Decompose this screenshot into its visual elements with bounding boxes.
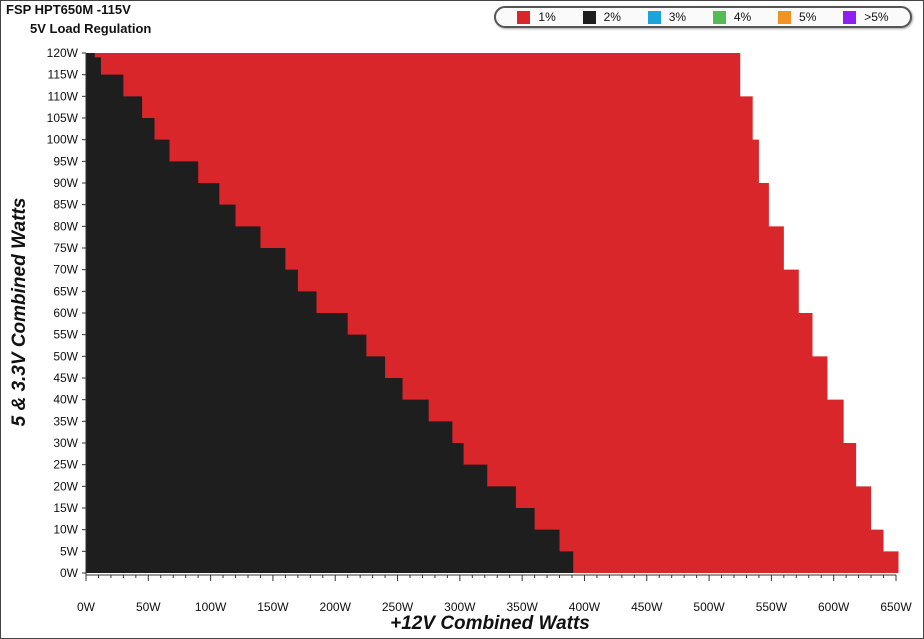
x-tick-label: 200W — [320, 600, 352, 614]
x-tick-label: 500W — [693, 600, 725, 614]
x-tick-label: 0W — [77, 600, 96, 614]
x-tick-label: 300W — [444, 600, 476, 614]
x-axis-label: +12V Combined Watts — [390, 613, 590, 634]
y-tick-label: 15W — [53, 501, 78, 515]
x-tick-label: 100W — [195, 600, 227, 614]
x-tick-label: 250W — [382, 600, 414, 614]
y-tick-label: 110W — [48, 89, 79, 103]
y-tick-label: 65W — [53, 284, 78, 298]
y-tick-label: 35W — [53, 414, 78, 428]
y-tick-label: 50W — [53, 349, 78, 363]
x-tick-label: 600W — [818, 600, 850, 614]
x-tick-label: 400W — [569, 600, 601, 614]
y-tick-label: 40W — [53, 393, 78, 407]
x-tick-label: 350W — [506, 600, 538, 614]
y-tick-label: 45W — [53, 371, 78, 385]
y-tick-label: 105W — [47, 111, 79, 125]
x-tick-label: 650W — [880, 600, 912, 614]
x-tick-label: 450W — [631, 600, 663, 614]
y-tick-label: 20W — [53, 479, 78, 493]
y-tick-label: 90W — [53, 176, 78, 190]
y-tick-label: 70W — [53, 263, 78, 277]
y-tick-label: 25W — [53, 458, 78, 472]
x-tick-label: 50W — [136, 600, 161, 614]
y-tick-label: 100W — [47, 133, 79, 147]
y-tick-label: 120W — [47, 46, 79, 60]
x-tick-label: 550W — [756, 600, 788, 614]
plot-area: 0W 5W 10W 15W 20W 25W 30W 35W 40W 45W 50W 55W 60W 65W… — [47, 46, 913, 614]
y-tick-label: 95W — [53, 154, 78, 168]
y-tick-label: 115W — [48, 68, 79, 82]
y-tick-label: 60W — [53, 306, 78, 320]
y-tick-label: 80W — [53, 219, 78, 233]
y-axis-label: 5 & 3.3V Combined Watts — [9, 197, 30, 427]
y-tick-label: 30W — [53, 436, 78, 450]
y-tick-label: 85W — [53, 198, 78, 212]
y-tick-label: 0W — [60, 566, 79, 580]
y-tick-label: 5W — [60, 544, 79, 558]
x-tick-label: 150W — [257, 600, 289, 614]
y-tick-label: 55W — [53, 328, 78, 342]
y-tick-label: 10W — [53, 523, 78, 537]
y-tick-label: 75W — [53, 241, 78, 255]
